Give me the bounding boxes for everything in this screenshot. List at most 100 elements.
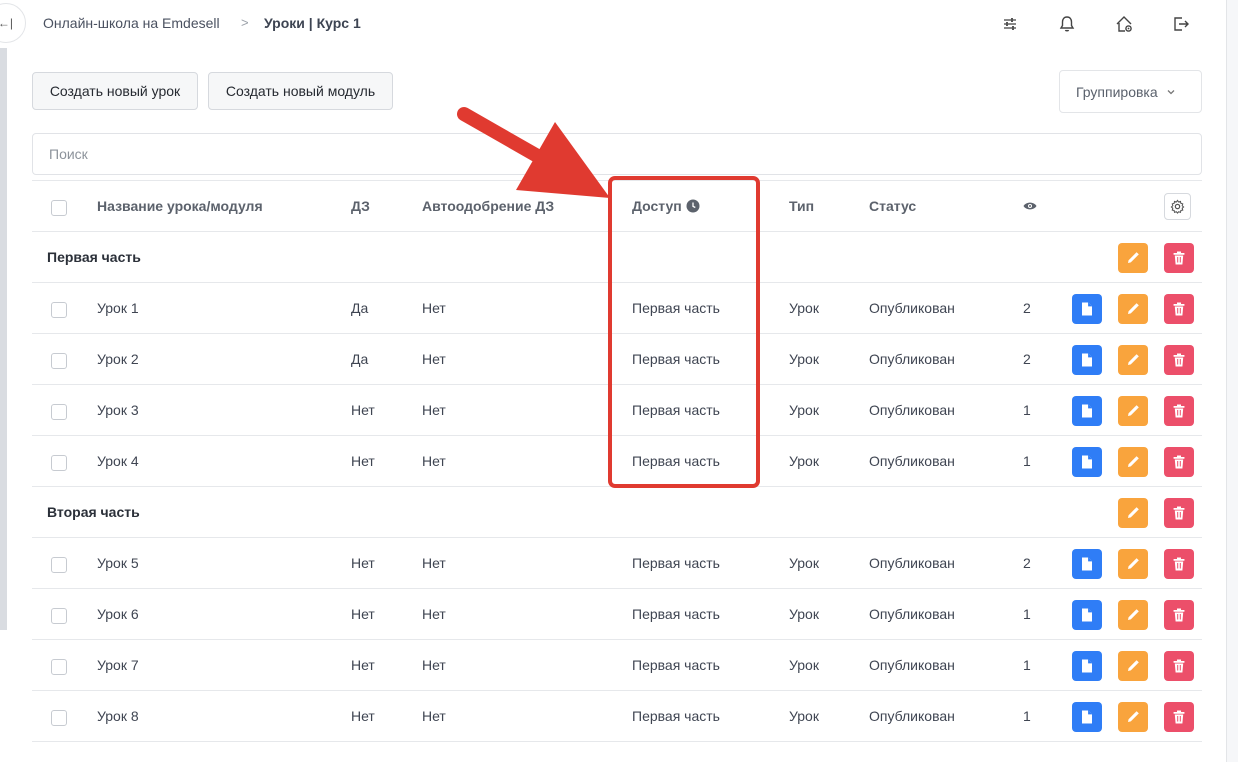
view-lesson-button[interactable] <box>1072 396 1102 426</box>
lesson-type: Урок <box>789 555 819 571</box>
edit-lesson-button[interactable] <box>1118 396 1148 426</box>
lesson-auto-approve: Нет <box>422 606 446 622</box>
trash-icon <box>1173 302 1185 316</box>
delete-module-button[interactable] <box>1164 243 1194 273</box>
table-row: Урок 5 Нет Нет Первая часть Урок Опубликован 2 <box>32 538 1202 589</box>
column-name: Название урока/модуля <box>97 198 263 214</box>
view-lesson-button[interactable] <box>1072 702 1102 732</box>
lesson-views: 1 <box>1023 657 1031 673</box>
edit-lesson-button[interactable] <box>1118 549 1148 579</box>
edit-lesson-button[interactable] <box>1118 345 1148 375</box>
lesson-type: Урок <box>789 351 819 367</box>
lesson-name[interactable]: Урок 1 <box>97 283 139 333</box>
document-icon <box>1082 557 1092 571</box>
edit-lesson-button[interactable] <box>1118 651 1148 681</box>
top-header: Онлайн-школа на Emdesell > Уроки | Курс … <box>0 0 1226 48</box>
lesson-name[interactable]: Урок 6 <box>97 589 139 639</box>
lesson-name[interactable]: Урок 7 <box>97 640 139 690</box>
delete-lesson-button[interactable] <box>1164 447 1194 477</box>
lesson-hw: Нет <box>351 402 375 418</box>
pencil-icon <box>1128 456 1139 467</box>
delete-lesson-button[interactable] <box>1164 345 1194 375</box>
lesson-hw: Нет <box>351 708 375 724</box>
delete-lesson-button[interactable] <box>1164 600 1194 630</box>
create-lesson-button[interactable]: Создать новый урок <box>32 72 198 110</box>
pencil-icon <box>1128 711 1139 722</box>
lesson-access: Первая часть <box>632 657 720 673</box>
edit-lesson-button[interactable] <box>1118 600 1148 630</box>
lesson-name[interactable]: Урок 2 <box>97 334 139 384</box>
row-checkbox[interactable] <box>51 710 67 726</box>
row-checkbox[interactable] <box>51 404 67 420</box>
pencil-icon <box>1128 405 1139 416</box>
gear-icon <box>1170 199 1185 214</box>
view-lesson-button[interactable] <box>1072 447 1102 477</box>
lesson-name[interactable]: Урок 8 <box>97 691 139 741</box>
home-settings-icon[interactable] <box>1114 14 1134 34</box>
lesson-status: Опубликован <box>869 300 955 316</box>
view-lesson-button[interactable] <box>1072 294 1102 324</box>
grouping-label: Группировка <box>1076 83 1158 100</box>
select-all-checkbox[interactable] <box>51 200 67 216</box>
delete-lesson-button[interactable] <box>1164 396 1194 426</box>
table-row: Урок 7 Нет Нет Первая часть Урок Опубликован 1 <box>32 640 1202 691</box>
delete-lesson-button[interactable] <box>1164 549 1194 579</box>
sliders-icon[interactable] <box>1000 14 1020 34</box>
trash-icon <box>1173 251 1185 265</box>
edit-module-button[interactable] <box>1118 498 1148 528</box>
logout-icon[interactable] <box>1171 14 1191 34</box>
create-module-button[interactable]: Создать новый модуль <box>208 72 393 110</box>
table-settings-button[interactable] <box>1164 193 1191 220</box>
bell-icon[interactable] <box>1057 14 1077 34</box>
view-lesson-button[interactable] <box>1072 549 1102 579</box>
pencil-icon <box>1128 354 1139 365</box>
pencil-icon <box>1128 609 1139 620</box>
lesson-views: 1 <box>1023 606 1031 622</box>
edit-lesson-button[interactable] <box>1118 294 1148 324</box>
lesson-auto-approve: Нет <box>422 657 446 673</box>
lesson-status: Опубликован <box>869 708 955 724</box>
grouping-dropdown[interactable]: Группировка <box>1059 70 1202 113</box>
edit-module-button[interactable] <box>1118 243 1148 273</box>
edit-lesson-button[interactable] <box>1118 702 1148 732</box>
trash-icon <box>1173 506 1185 520</box>
delete-lesson-button[interactable] <box>1164 702 1194 732</box>
lesson-views: 2 <box>1023 555 1031 571</box>
lesson-type: Урок <box>789 657 819 673</box>
table-row: Урок 8 Нет Нет Первая часть Урок Опубликован 1 <box>32 691 1202 742</box>
row-checkbox[interactable] <box>51 557 67 573</box>
row-checkbox[interactable] <box>51 353 67 369</box>
view-lesson-button[interactable] <box>1072 600 1102 630</box>
delete-lesson-button[interactable] <box>1164 651 1194 681</box>
delete-module-button[interactable] <box>1164 498 1194 528</box>
lesson-status: Опубликован <box>869 453 955 469</box>
row-checkbox[interactable] <box>51 455 67 471</box>
lesson-name[interactable]: Урок 3 <box>97 385 139 435</box>
document-icon <box>1082 659 1092 673</box>
lesson-status: Опубликован <box>869 606 955 622</box>
lesson-name[interactable]: Урок 5 <box>97 538 139 588</box>
trash-icon <box>1173 557 1185 571</box>
trash-icon <box>1173 608 1185 622</box>
pencil-icon <box>1128 252 1139 263</box>
lesson-access: Первая часть <box>632 708 720 724</box>
lesson-views: 1 <box>1023 708 1031 724</box>
view-lesson-button[interactable] <box>1072 651 1102 681</box>
row-checkbox[interactable] <box>51 302 67 318</box>
lesson-auto-approve: Нет <box>422 300 446 316</box>
edit-lesson-button[interactable] <box>1118 447 1148 477</box>
scrollbar-track[interactable] <box>1227 0 1238 762</box>
row-checkbox[interactable] <box>51 608 67 624</box>
lesson-name[interactable]: Урок 4 <box>97 436 139 486</box>
chevron-down-icon <box>1167 89 1175 94</box>
lesson-status: Опубликован <box>869 555 955 571</box>
delete-lesson-button[interactable] <box>1164 294 1194 324</box>
lesson-hw: Да <box>351 351 369 367</box>
view-lesson-button[interactable] <box>1072 345 1102 375</box>
lesson-views: 1 <box>1023 453 1031 469</box>
lesson-status: Опубликован <box>869 402 955 418</box>
row-checkbox[interactable] <box>51 659 67 675</box>
pencil-icon <box>1128 507 1139 518</box>
breadcrumb-school[interactable]: Онлайн-школа на Emdesell <box>43 15 220 31</box>
breadcrumb-current: Уроки | Курс 1 <box>264 15 361 31</box>
